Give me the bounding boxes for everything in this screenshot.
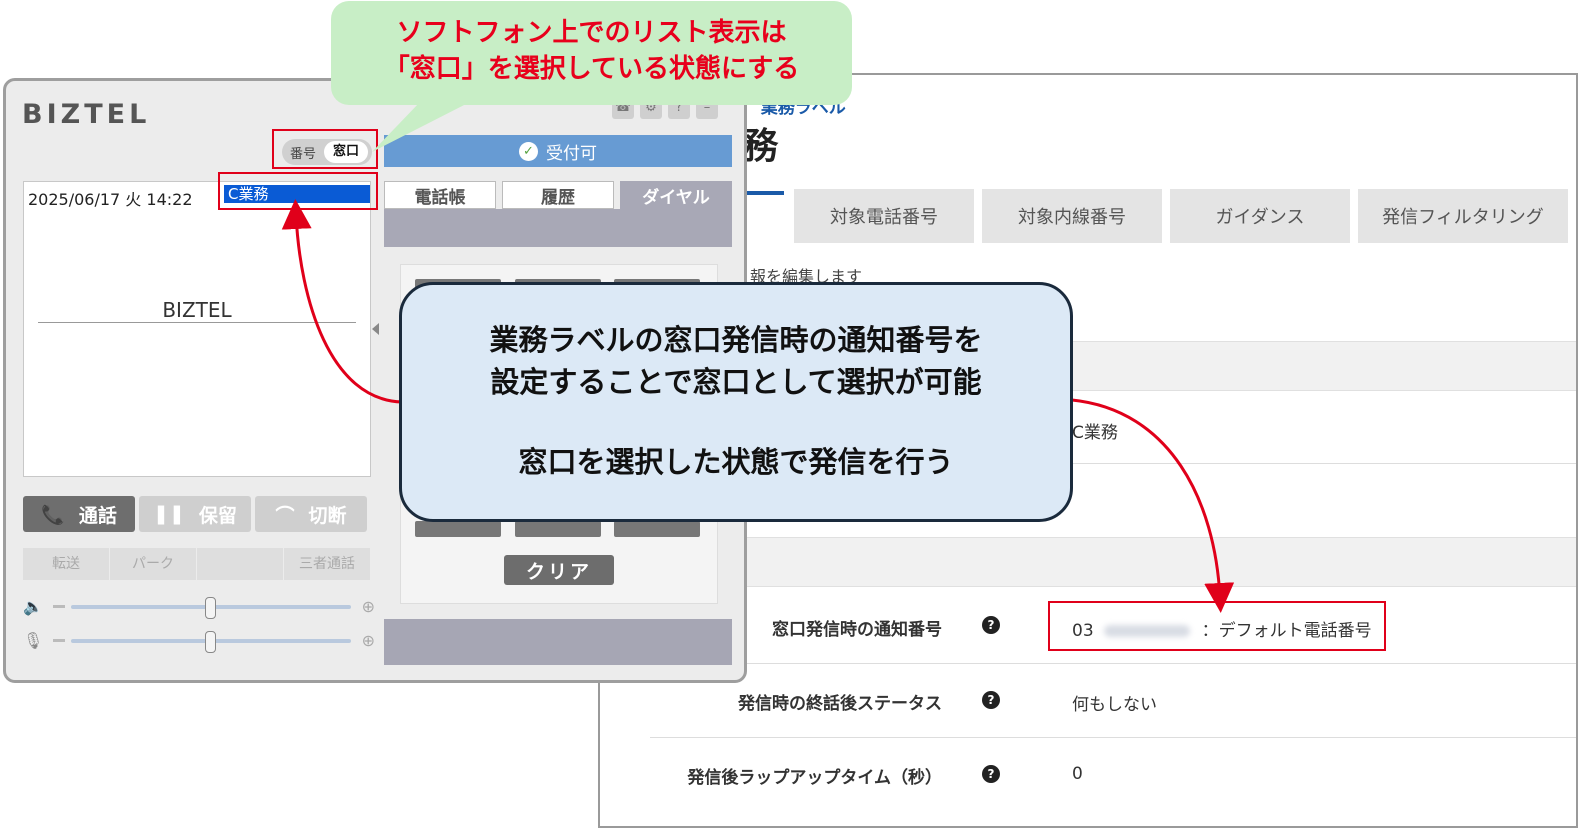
blue-callout-line2: 設定することで窓口として選択が可能	[490, 365, 982, 399]
check-icon: ✓	[519, 141, 538, 161]
highlight-box-caller-id	[1048, 601, 1386, 651]
dial-key[interactable]	[515, 521, 601, 537]
name-value: C業務	[1072, 423, 1118, 443]
page-title: 務	[742, 126, 779, 167]
biztel-logo: BIZTEL	[22, 99, 151, 130]
call-display: 2025/06/17 火 14:22 C業務 BIZTEL	[23, 181, 371, 477]
dial-key[interactable]	[415, 521, 501, 537]
tab-outbound-filtering[interactable]: 発信フィルタリング	[1358, 189, 1568, 243]
tab-guidance[interactable]: ガイダンス	[1170, 189, 1350, 243]
slider-knob[interactable]	[205, 631, 216, 653]
phone-icon: 📞	[41, 503, 65, 526]
display-brand: BIZTEL	[162, 298, 232, 322]
plus-icon: ⊕	[361, 597, 375, 616]
pause-icon: ❚❚	[153, 503, 185, 525]
mic-volume-slider[interactable]: 🎙 ⊕	[23, 631, 375, 653]
help-icon[interactable]: ?	[982, 691, 1000, 709]
speaker-volume-slider[interactable]: 🔈 ⊕	[23, 597, 375, 619]
green-callout-line2: 「窓口」を選択している状態にする	[383, 54, 800, 84]
microphone-icon: 🎙	[23, 631, 44, 650]
help-icon[interactable]: ?	[982, 765, 1000, 783]
status-label: 受付可	[546, 143, 597, 164]
clear-button[interactable]: クリア	[504, 555, 614, 585]
blank-button[interactable]	[197, 548, 284, 580]
call-button[interactable]: 📞 通話	[23, 496, 135, 532]
post-call-status-value: 何もしない	[1072, 695, 1157, 715]
row-divider	[650, 737, 1576, 738]
hold-button[interactable]: ❚❚ 保留	[139, 496, 251, 532]
field-label-wrapup-time: 発信後ラップアップタイム（秒）	[687, 768, 942, 788]
collapse-arrow-icon[interactable]	[372, 323, 379, 335]
green-callout: ソフトフォン上でのリスト表示は 「窓口」を選択している状態にする	[331, 1, 852, 105]
dial-key[interactable]	[614, 521, 700, 537]
plus-icon: ⊕	[361, 631, 375, 650]
help-icon[interactable]: ?	[982, 616, 1000, 634]
hangup-icon: ⌒	[275, 504, 295, 527]
blue-callout: 業務ラベルの窓口発信時の通知番号を 設定することで窓口として選択が可能 窓口を選…	[399, 282, 1073, 522]
tab-panel-header	[384, 209, 732, 247]
wrapup-time-value: 0	[1072, 764, 1083, 784]
status-button[interactable]: ✓ 受付可	[384, 135, 732, 167]
park-button[interactable]: パーク	[110, 548, 197, 580]
tab-target-phone-number[interactable]: 対象電話番号	[794, 189, 974, 243]
three-way-button[interactable]: 三者通話	[284, 548, 371, 580]
speaker-icon: 🔈	[23, 597, 43, 616]
display-divider	[38, 322, 356, 323]
blue-callout-line3: 窓口を選択した状態で発信を行う	[518, 445, 954, 479]
minus-icon	[53, 639, 65, 642]
hangup-button[interactable]: ⌒ 切断	[255, 496, 367, 532]
green-callout-line1: ソフトフォン上でのリスト表示は	[396, 18, 787, 48]
highlight-box-toggle	[272, 129, 378, 169]
field-label-post-call-status: 発信時の終話後ステータス	[738, 694, 942, 714]
row-divider	[650, 663, 1576, 664]
sub-action-bar: 転送 パーク 三者通話	[23, 548, 371, 580]
minus-icon	[53, 605, 65, 608]
transfer-button[interactable]: 転送	[23, 548, 110, 580]
tab-phonebook[interactable]: 電話帳	[384, 181, 496, 209]
tab-dial[interactable]: ダイヤル	[620, 181, 732, 209]
tab-history[interactable]: 履歴	[502, 181, 614, 209]
highlight-box-window-select	[218, 172, 378, 210]
tab-target-extension[interactable]: 対象内線番号	[982, 189, 1162, 243]
softphone-bottom-panel	[384, 619, 732, 665]
slider-knob[interactable]	[205, 597, 216, 619]
datetime: 2025/06/17 火 14:22	[28, 190, 193, 209]
blue-callout-line1: 業務ラベルの窓口発信時の通知番号を	[489, 323, 983, 357]
